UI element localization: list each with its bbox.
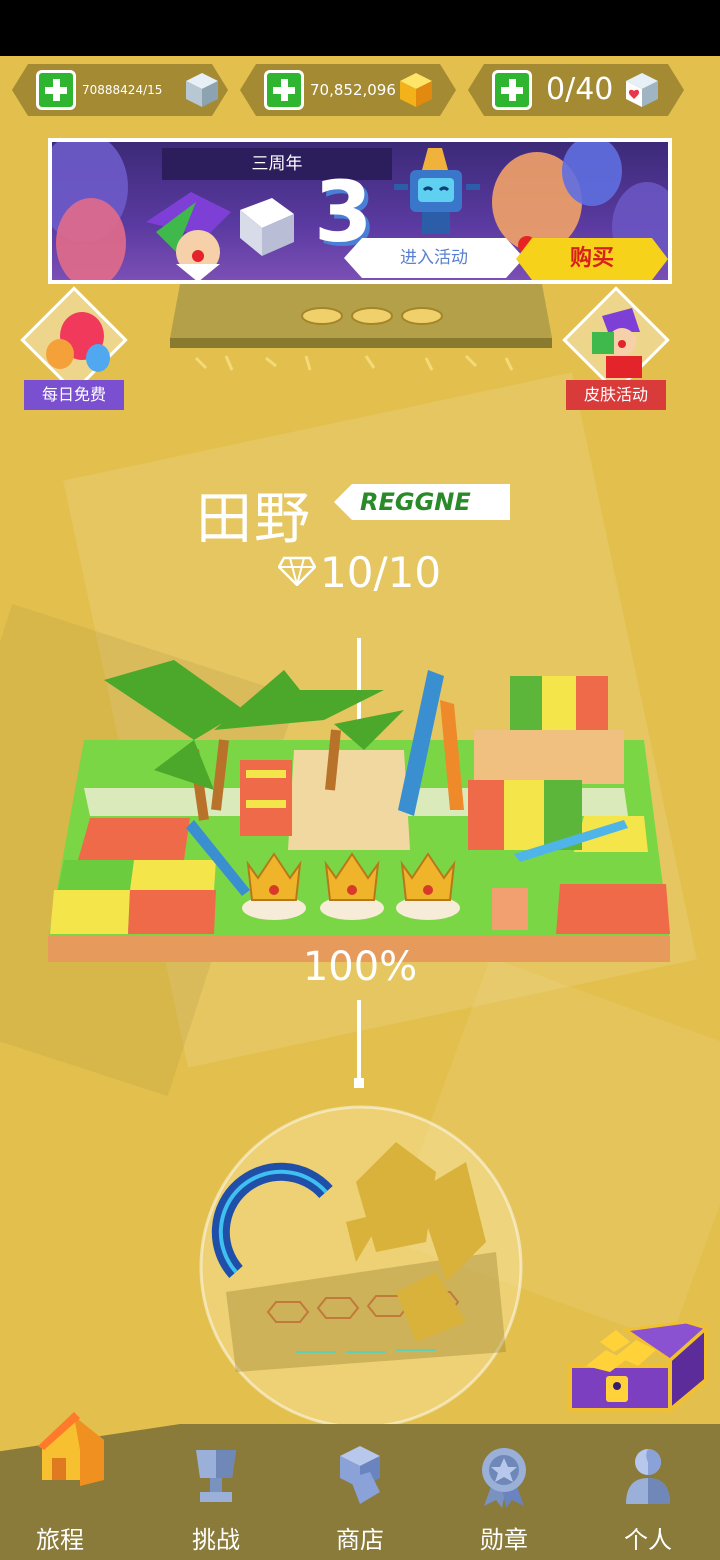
nav-journey[interactable]: 旅程	[0, 1412, 144, 1560]
nav-medals-label: 勋章	[480, 1526, 528, 1554]
jester-box-icon	[592, 308, 642, 378]
enter-event-button[interactable]: 进入活动	[344, 238, 524, 278]
trophy-icon	[196, 1450, 236, 1502]
gem-progress: 10/10	[320, 548, 442, 597]
nav-shop[interactable]: 商店	[288, 1424, 432, 1560]
balloon-icon	[56, 198, 126, 280]
nav-challenge[interactable]: 挑战	[144, 1424, 288, 1560]
nav-challenge-label: 挑战	[192, 1526, 240, 1554]
skin-event-button[interactable]: 皮肤活动	[556, 286, 676, 414]
medal-icon	[482, 1448, 526, 1508]
music-genre-tag: REGGNE	[334, 484, 510, 520]
silver-cube-icon	[184, 71, 220, 109]
completion-percent: 100%	[302, 944, 418, 990]
treasure-chest-icon[interactable]	[566, 1320, 712, 1420]
person-icon	[626, 1449, 670, 1504]
nav-shop-label: 商店	[336, 1526, 384, 1554]
robot-mascot-icon	[394, 148, 480, 234]
daily-free-button[interactable]: 每日免费	[14, 286, 134, 414]
gold-cube-icon	[398, 71, 434, 109]
nav-profile-label: 个人	[624, 1526, 672, 1554]
nav-journey-label: 旅程	[36, 1526, 84, 1554]
level-name: 田野	[196, 487, 312, 552]
crowns	[242, 852, 460, 920]
currency-silver[interactable]: 70888424/15	[12, 64, 228, 116]
heart-cube-icon	[624, 71, 660, 109]
buy-button[interactable]: 购买	[516, 238, 668, 280]
daily-free-label: 每日免费	[24, 380, 124, 410]
gold-value: 70,852,096	[310, 81, 396, 99]
shop-icon	[340, 1446, 380, 1504]
house-icon	[38, 1412, 104, 1486]
anniversary-banner[interactable]: 三周年 3 进入活动 购买	[48, 138, 672, 284]
path-node	[354, 1078, 364, 1088]
currency-gold[interactable]: 70,852,096	[240, 64, 456, 116]
add-icon[interactable]	[36, 70, 76, 110]
level-island[interactable]	[44, 640, 674, 970]
currency-hearts[interactable]: 0/40	[468, 64, 684, 116]
skin-event-label: 皮肤活动	[566, 380, 666, 410]
hearts-value: 0/40	[546, 72, 614, 107]
jester-icon	[146, 192, 231, 280]
balloons-icon	[46, 312, 110, 372]
add-icon[interactable]	[492, 70, 532, 110]
previous-level-platform	[170, 284, 552, 371]
gift-box-icon	[240, 198, 294, 256]
nav-profile[interactable]: 个人	[576, 1424, 720, 1560]
locked-level-globe[interactable]	[196, 1102, 526, 1432]
bottom-nav: 旅程 挑战 商店 勋章 个人	[0, 1412, 720, 1560]
balloon-icon	[562, 142, 622, 206]
diamond-icon	[278, 556, 316, 586]
nav-medals[interactable]: 勋章	[432, 1424, 576, 1560]
path-line	[357, 1000, 361, 1080]
silver-value: 70888424/15	[82, 83, 163, 97]
add-icon[interactable]	[264, 70, 304, 110]
status-bar	[0, 0, 720, 56]
